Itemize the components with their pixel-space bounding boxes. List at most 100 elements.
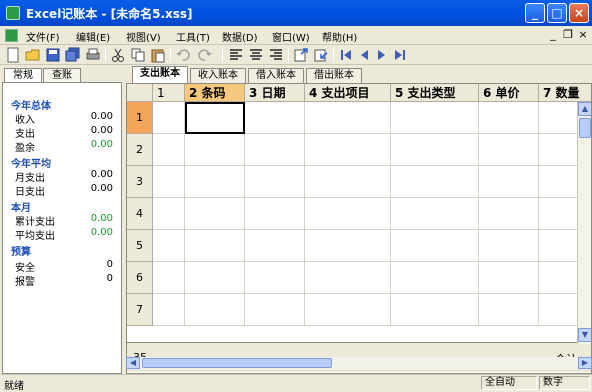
horizontal-scrollbar[interactable]: ◀ ▶ — [126, 357, 592, 369]
ledger-grid: 1 2 条码 3 日期 4 支出项目 5 支出类型 6 单价 7 数量 1 2 … — [126, 83, 592, 374]
cut-icon[interactable] — [110, 47, 126, 63]
next-record-icon[interactable] — [374, 47, 390, 63]
doc-close-icon[interactable]: × — [576, 28, 590, 41]
ledger-area: 支出账本 收入账本 借入账本 借出账本 1 2 条码 3 日期 4 支出项目 5… — [126, 66, 592, 374]
tab-audit[interactable]: 查账 — [43, 68, 81, 83]
label-monthly-expense: 月支出 — [15, 173, 45, 184]
align-left-icon[interactable] — [228, 47, 244, 63]
menu-file[interactable]: 文件(F) — [26, 29, 60, 44]
status-numlock: 数字 — [539, 376, 590, 390]
menu-view[interactable]: 视图(V) — [126, 29, 161, 44]
copy-icon[interactable] — [130, 47, 146, 63]
grid-row[interactable] — [153, 166, 579, 198]
label-surplus: 盈余 — [15, 143, 35, 154]
column-header[interactable]: 1 — [153, 84, 185, 102]
import-icon[interactable] — [313, 47, 329, 63]
section-title-year-total: 今年总体 — [11, 101, 51, 112]
value-daily-expense: 0.00 — [90, 183, 113, 194]
summary-panel: 今年总体 收入 0.00 支出 0.00 盈余 0.00 今年平均 月支出 0.… — [2, 82, 122, 374]
menu-data[interactable]: 数据(D) — [222, 29, 258, 44]
section-title-year-average: 今年平均 — [11, 159, 51, 170]
value-average-expense: 0.00 — [90, 227, 113, 238]
horizontal-scroll-thumb[interactable] — [142, 358, 332, 368]
save-icon[interactable] — [45, 47, 61, 63]
export-icon[interactable] — [293, 47, 309, 63]
label-alarm: 报警 — [15, 277, 35, 288]
scroll-down-icon[interactable]: ▼ — [578, 328, 591, 342]
scroll-up-icon[interactable]: ▲ — [578, 102, 591, 116]
grid-row[interactable] — [153, 230, 579, 262]
last-record-icon[interactable] — [392, 47, 408, 63]
grid-corner[interactable] — [127, 84, 153, 102]
row-header[interactable]: 5 — [127, 230, 153, 262]
menu-edit[interactable]: 编辑(E) — [76, 29, 110, 44]
align-center-icon[interactable] — [248, 47, 264, 63]
toolbar — [0, 45, 592, 65]
status-bar: 就绪 全自动 数字 — [0, 374, 592, 392]
label-cumulative-expense: 累计支出 — [15, 217, 55, 228]
column-header[interactable]: 3 日期 — [245, 84, 305, 102]
column-header[interactable]: 7 数量 — [539, 84, 591, 102]
column-header[interactable]: 5 支出类型 — [391, 84, 479, 102]
active-cell[interactable] — [185, 102, 245, 134]
summary-sidebar: 常规 查账 今年总体 收入 0.00 支出 0.00 盈余 0.00 今年平均 … — [0, 66, 124, 374]
scroll-left-icon[interactable]: ◀ — [126, 357, 140, 369]
column-header[interactable]: 4 支出项目 — [305, 84, 391, 102]
scroll-right-icon[interactable]: ▶ — [578, 357, 592, 369]
value-income: 0.00 — [90, 111, 113, 122]
section-title-this-month: 本月 — [11, 203, 31, 214]
app-icon — [6, 6, 20, 20]
menu-tools[interactable]: 工具(T) — [176, 29, 210, 44]
scroll-thumb[interactable] — [579, 118, 591, 138]
redo-icon[interactable] — [197, 47, 213, 63]
row-header[interactable]: 6 — [127, 262, 153, 294]
grid-row[interactable] — [153, 198, 579, 230]
value-monthly-expense: 0.00 — [90, 169, 113, 180]
new-file-icon[interactable] — [5, 47, 21, 63]
row-header[interactable]: 7 — [127, 294, 153, 326]
save-all-icon[interactable] — [65, 47, 81, 63]
tab-income-ledger[interactable]: 收入账本 — [190, 68, 246, 83]
row-header[interactable]: 2 — [127, 134, 153, 166]
maximize-button[interactable]: □ — [547, 3, 567, 23]
value-expense: 0.00 — [90, 125, 113, 136]
vertical-scrollbar[interactable]: ▲ ▼ — [577, 102, 591, 344]
document-icon[interactable] — [5, 29, 18, 42]
first-record-icon[interactable] — [338, 47, 354, 63]
row-header[interactable]: 3 — [127, 166, 153, 198]
tab-borrow-in-ledger[interactable]: 借入账本 — [248, 68, 304, 83]
menu-help[interactable]: 帮助(H) — [322, 29, 357, 44]
tab-lend-out-ledger[interactable]: 借出账本 — [306, 68, 362, 83]
grid-row[interactable] — [153, 134, 579, 166]
doc-minimize-icon[interactable]: _ — [546, 28, 560, 41]
row-header[interactable]: 1 — [127, 102, 153, 134]
label-safe: 安全 — [15, 263, 35, 274]
menu-bar: 文件(F) 编辑(E) 视图(V) 工具(T) 数据(D) 窗口(W) 帮助(H… — [0, 26, 592, 45]
close-button[interactable]: × — [569, 3, 589, 23]
status-mode: 全自动 — [481, 376, 537, 390]
tab-general[interactable]: 常规 — [4, 68, 42, 83]
print-icon[interactable] — [85, 47, 101, 63]
value-surplus: 0.00 — [90, 139, 113, 150]
paste-icon[interactable] — [150, 47, 166, 63]
menu-window[interactable]: 窗口(W) — [272, 29, 310, 44]
grid-row[interactable] — [153, 262, 579, 294]
align-right-icon[interactable] — [268, 47, 284, 63]
column-header[interactable]: 2 条码 — [185, 84, 245, 102]
label-daily-expense: 日支出 — [15, 187, 45, 198]
label-expense: 支出 — [15, 129, 35, 140]
value-cumulative-expense: 0.00 — [90, 213, 113, 224]
prev-record-icon[interactable] — [356, 47, 372, 63]
undo-icon[interactable] — [175, 47, 191, 63]
label-income: 收入 — [15, 115, 35, 126]
label-average-expense: 平均支出 — [15, 231, 55, 242]
window-title: Excel记账本 - [未命名5.xss] — [26, 7, 193, 21]
grid-row[interactable] — [153, 294, 579, 326]
section-title-budget: 预算 — [11, 247, 31, 258]
doc-restore-icon[interactable]: ❐ — [561, 28, 575, 41]
open-folder-icon[interactable] — [25, 47, 41, 63]
tab-expense-ledger[interactable]: 支出账本 — [132, 66, 188, 83]
column-header[interactable]: 6 单价 — [479, 84, 539, 102]
row-header[interactable]: 4 — [127, 198, 153, 230]
minimize-button[interactable]: _ — [525, 3, 545, 23]
